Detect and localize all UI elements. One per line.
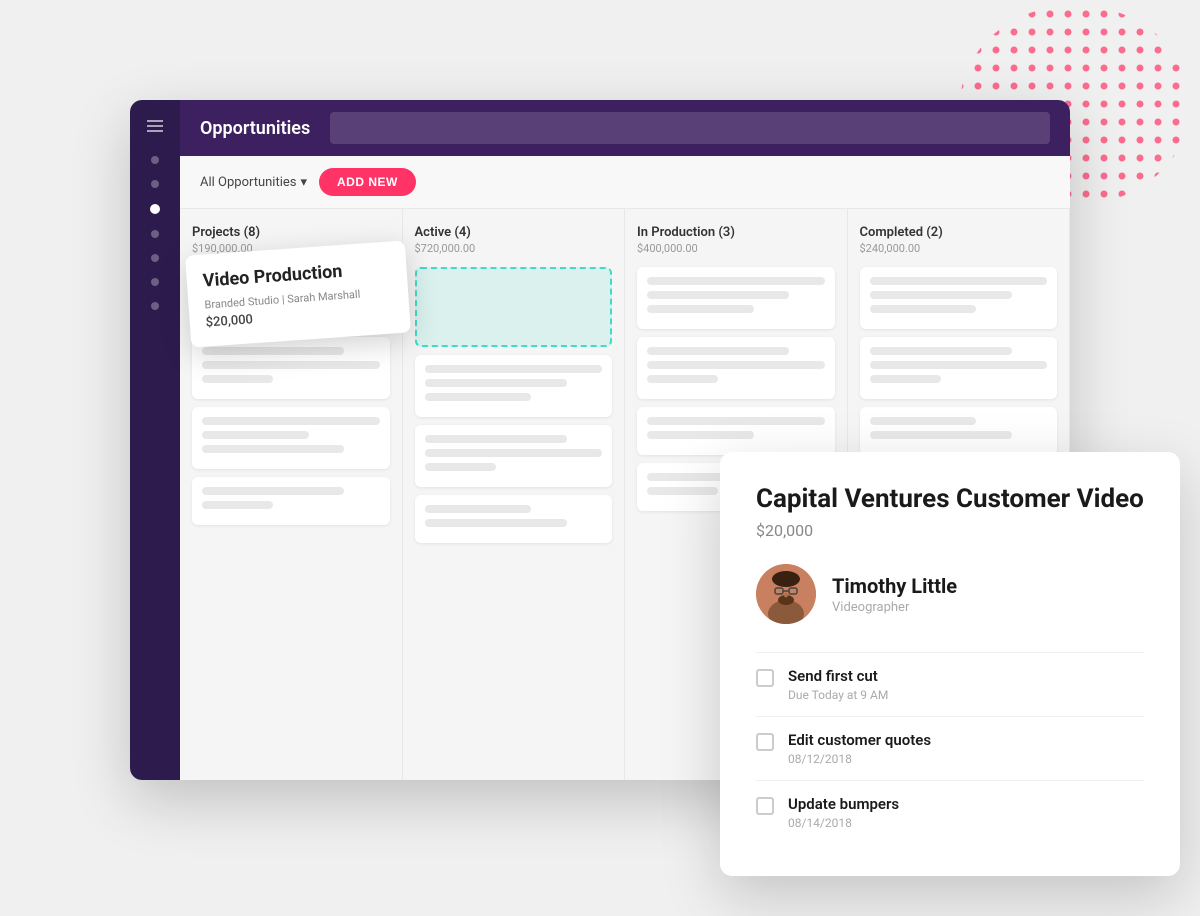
- task-label-2: Update bumpers: [788, 795, 899, 813]
- card-line: [202, 417, 380, 425]
- card-line: [202, 431, 309, 439]
- column-title-active: Active (4): [415, 225, 613, 240]
- sidebar-icon-6[interactable]: [151, 278, 159, 286]
- kanban-card[interactable]: [192, 477, 390, 525]
- card-line: [647, 417, 825, 425]
- card-line: [870, 431, 1012, 439]
- task-item-1: Edit customer quotes 08/12/2018: [756, 716, 1144, 780]
- column-amount-in-production: $400,000.00: [637, 242, 835, 255]
- avatar: [756, 564, 816, 624]
- kanban-card[interactable]: [415, 355, 613, 417]
- task-due-0: Due Today at 9 AM: [788, 688, 888, 702]
- avatar-image: [756, 564, 816, 624]
- task-due-2: 08/14/2018: [788, 816, 899, 830]
- sidebar-icon-4[interactable]: [151, 230, 159, 238]
- column-header-active: Active (4) $720,000.00: [415, 225, 613, 255]
- card-line: [647, 431, 754, 439]
- card-line: [870, 305, 977, 313]
- task-label-1: Edit customer quotes: [788, 731, 931, 749]
- flying-card[interactable]: Video Production Branded Studio | Sarah …: [185, 240, 411, 347]
- column-title-completed: Completed (2): [860, 225, 1058, 240]
- card-line: [647, 291, 789, 299]
- task-checkbox-1[interactable]: [756, 733, 774, 751]
- sidebar-icon-7[interactable]: [151, 302, 159, 310]
- kanban-card[interactable]: [415, 495, 613, 543]
- sidebar-icon-2[interactable]: [151, 180, 159, 188]
- column-amount-active: $720,000.00: [415, 242, 613, 255]
- kanban-card[interactable]: [192, 337, 390, 399]
- kanban-card[interactable]: [192, 407, 390, 469]
- card-line: [647, 375, 718, 383]
- kanban-card[interactable]: [860, 337, 1058, 399]
- task-checkbox-2[interactable]: [756, 797, 774, 815]
- card-line: [647, 347, 789, 355]
- card-line: [202, 347, 344, 355]
- kanban-column-active: Active (4) $720,000.00: [403, 209, 626, 780]
- kanban-card[interactable]: [860, 407, 1058, 455]
- card-line: [647, 487, 718, 495]
- column-header-completed: Completed (2) $240,000.00: [860, 225, 1058, 255]
- column-amount-completed: $240,000.00: [860, 242, 1058, 255]
- column-header-in-production: In Production (3) $400,000.00: [637, 225, 835, 255]
- sidebar: [130, 100, 180, 780]
- drag-placeholder: [415, 267, 613, 347]
- kanban-card[interactable]: [637, 267, 835, 329]
- add-new-button[interactable]: ADD NEW: [319, 168, 416, 196]
- task-info-0: Send first cut Due Today at 9 AM: [788, 667, 888, 702]
- task-info-1: Edit customer quotes 08/12/2018: [788, 731, 931, 766]
- kanban-card[interactable]: [415, 425, 613, 487]
- kanban-card[interactable]: [637, 337, 835, 399]
- kanban-card[interactable]: [860, 267, 1058, 329]
- sidebar-icon-3[interactable]: [150, 204, 160, 214]
- column-title-projects: Projects (8): [192, 225, 390, 240]
- card-line: [202, 361, 380, 369]
- filter-dropdown[interactable]: All Opportunities ▾: [200, 175, 307, 190]
- card-line: [425, 463, 496, 471]
- card-line: [202, 487, 344, 495]
- task-due-1: 08/12/2018: [788, 752, 931, 766]
- column-title-in-production: In Production (3): [637, 225, 835, 240]
- card-line: [870, 361, 1048, 369]
- card-line: [202, 445, 344, 453]
- card-line: [870, 417, 977, 425]
- card-line: [647, 305, 754, 313]
- card-line: [425, 505, 532, 513]
- card-line: [870, 291, 1012, 299]
- detail-panel: Capital Ventures Customer Video $20,000: [720, 452, 1180, 876]
- sidebar-icon-5[interactable]: [151, 254, 159, 262]
- hamburger-icon[interactable]: [147, 120, 163, 132]
- toolbar: All Opportunities ▾ ADD NEW: [180, 156, 1070, 209]
- search-bar[interactable]: [330, 112, 1050, 144]
- page-title: Opportunities: [200, 118, 310, 139]
- assignee-role: Videographer: [832, 600, 957, 615]
- detail-amount: $20,000: [756, 521, 1144, 540]
- card-line: [870, 375, 941, 383]
- chevron-down-icon: ▾: [300, 175, 307, 190]
- card-line: [202, 501, 273, 509]
- task-item-2: Update bumpers 08/14/2018: [756, 780, 1144, 844]
- task-info-2: Update bumpers 08/14/2018: [788, 795, 899, 830]
- card-line: [425, 435, 567, 443]
- card-line: [647, 361, 825, 369]
- card-line: [425, 379, 567, 387]
- card-line: [425, 365, 603, 373]
- card-line: [425, 449, 603, 457]
- card-line: [425, 519, 567, 527]
- task-checkbox-0[interactable]: [756, 669, 774, 687]
- card-line: [870, 277, 1048, 285]
- kanban-card[interactable]: [637, 407, 835, 455]
- assignee-row: Timothy Little Videographer: [756, 564, 1144, 624]
- app-header: Opportunities: [180, 100, 1070, 156]
- assignee-name: Timothy Little: [832, 574, 957, 598]
- detail-title: Capital Ventures Customer Video: [756, 484, 1144, 515]
- task-item-0: Send first cut Due Today at 9 AM: [756, 652, 1144, 716]
- sidebar-icon-1[interactable]: [151, 156, 159, 164]
- assignee-info: Timothy Little Videographer: [832, 574, 957, 615]
- card-line: [425, 393, 532, 401]
- card-line: [202, 375, 273, 383]
- card-line: [870, 347, 1012, 355]
- task-label-0: Send first cut: [788, 667, 888, 685]
- card-line: [647, 277, 825, 285]
